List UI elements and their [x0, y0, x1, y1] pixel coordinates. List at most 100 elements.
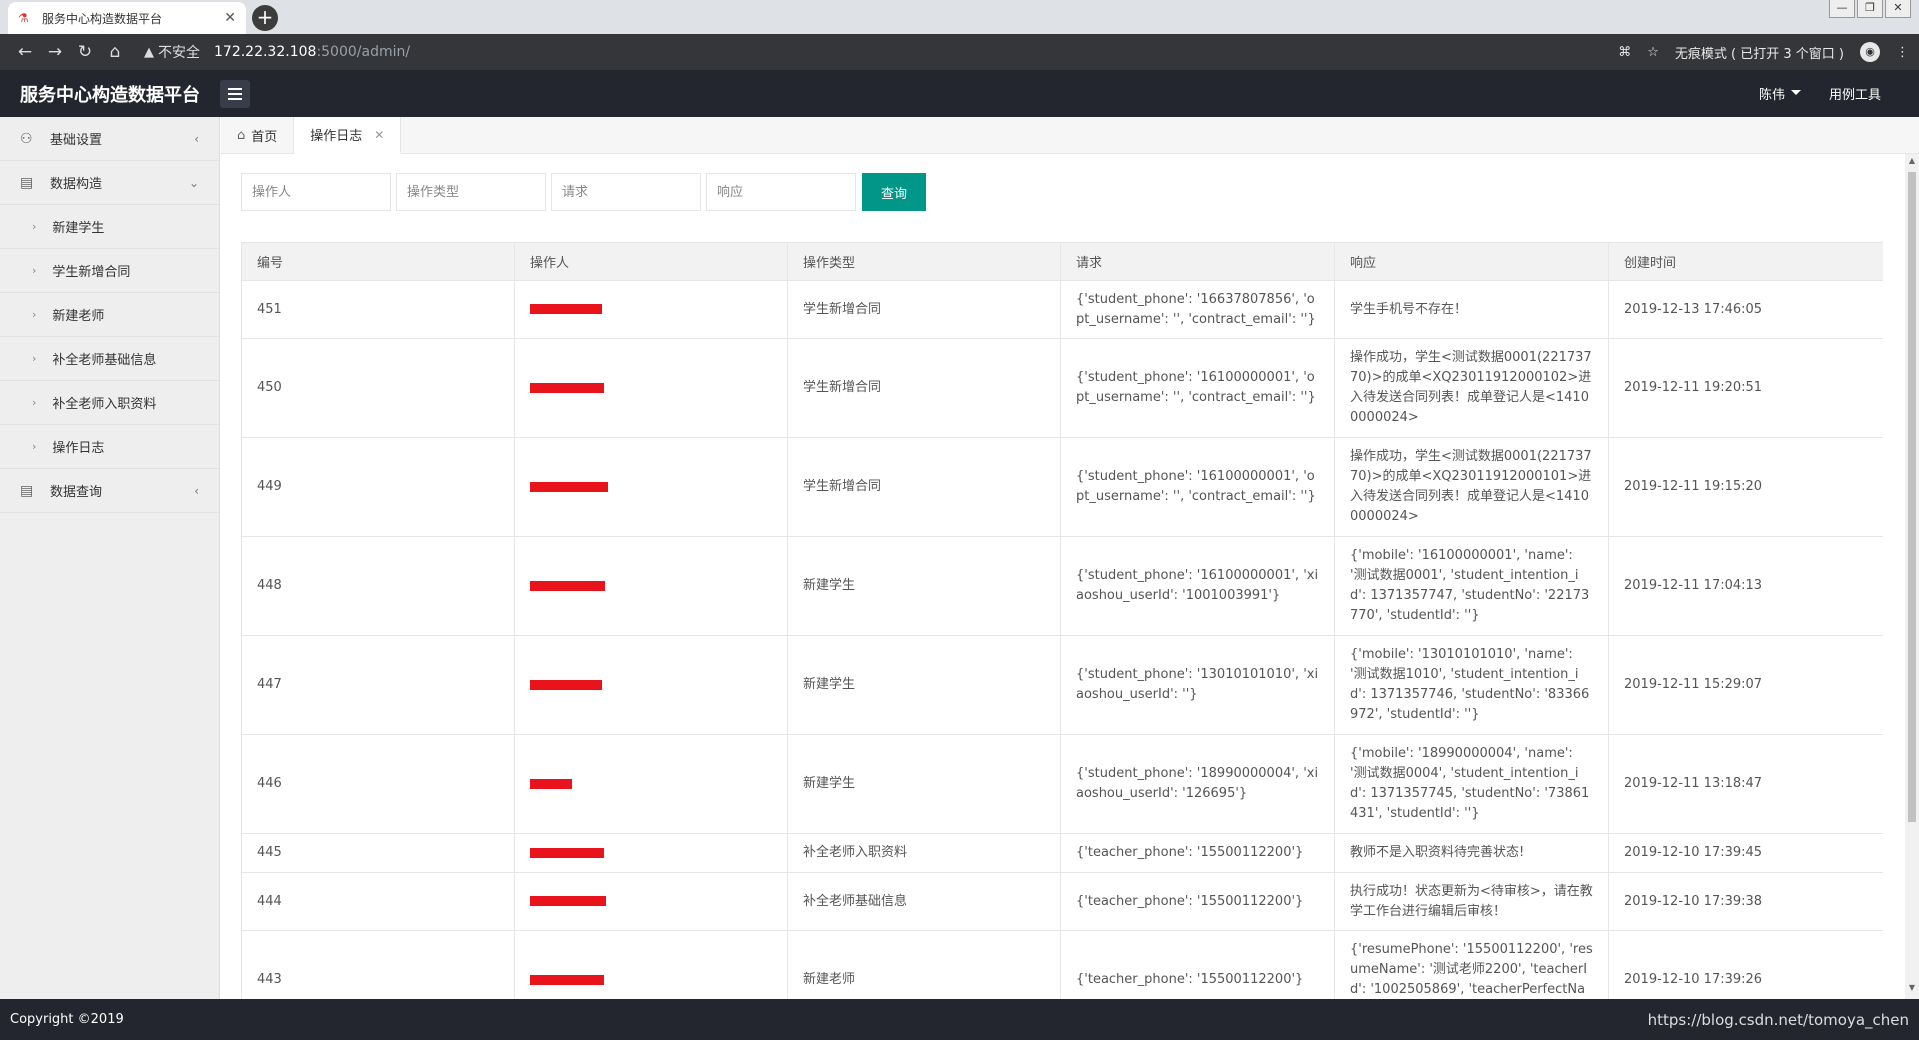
home-icon[interactable]: ⌂: [100, 42, 130, 62]
scrollbar-thumb[interactable]: [1908, 172, 1916, 822]
redacted-operator: [530, 580, 605, 591]
reload-icon[interactable]: ↻: [70, 42, 100, 62]
redacted-operator: [530, 304, 602, 314]
tab-operation-log[interactable]: 操作日志 ✕: [294, 117, 402, 154]
table-header-row: 编号 操作人 操作类型 请求 响应 创建时间: [241, 242, 1883, 281]
log-table: 编号 操作人 操作类型 请求 响应 创建时间 451 学生新增合同 {'stud…: [241, 242, 1883, 999]
cell-request: {'teacher_phone': '15500112200'}: [1060, 930, 1335, 999]
redacted-operator: [530, 382, 604, 393]
sidebar-item-label: 数据构造: [50, 177, 103, 192]
translate-icon[interactable]: ⌘: [1618, 45, 1631, 60]
sidebar: ⚇ 基础设置 ‹ ▤ 数据构造 ⌄ › 新建学生 › 学生新增合同 › 新建老师 › 补…: [0, 117, 220, 999]
cell-id: 447: [241, 635, 515, 735]
back-icon[interactable]: ←: [10, 42, 40, 62]
sidebar-item-data-construct[interactable]: ▤ 数据构造 ⌄: [0, 161, 219, 205]
cell-time: 2019-12-10 17:39:45: [1608, 833, 1883, 873]
column-header: 请求: [1060, 242, 1335, 281]
flask-icon: ⚗: [18, 11, 29, 25]
more-icon[interactable]: ⋮: [1896, 45, 1909, 60]
cell-response: {'mobile': '18990000004', 'name': '测试数据0…: [1334, 734, 1609, 834]
cell-id: 448: [241, 536, 515, 636]
sidebar-subitem[interactable]: › 补全老师基础信息: [0, 337, 219, 381]
hamburger-icon: [228, 87, 242, 90]
close-window-icon[interactable]: ✕: [1885, 0, 1911, 18]
cell-time: 2019-12-10 17:39:38: [1608, 872, 1883, 931]
table-row: 449 学生新增合同 {'student_phone': '1610000000…: [241, 437, 1883, 537]
cell-type: 新建学生: [787, 734, 1061, 834]
sidebar-subitem[interactable]: › 补全老师入职资料: [0, 381, 219, 425]
log-table-wrapper: 编号 操作人 操作类型 请求 响应 创建时间 451 学生新增合同 {'stud…: [241, 242, 1883, 999]
chevron-left-icon: ‹: [194, 131, 199, 146]
sidebar-item-label: 数据查询: [50, 485, 103, 500]
sidebar-subitem-label: 新建老师: [52, 309, 105, 324]
main-content: ⌂ 首页 操作日志 ✕ 查询 编号 操作人 操作类型 请求 响应: [221, 117, 1919, 999]
cell-time: 2019-12-11 17:04:13: [1608, 536, 1883, 636]
url-field[interactable]: ▲ 不安全 172.22.32.108 :5000/admin/: [144, 42, 410, 62]
table-row: 446 新建学生 {'student_phone': '18990000004'…: [241, 734, 1883, 834]
footer: Copyright ©2019 https://blog.csdn.net/to…: [0, 999, 1919, 1040]
cell-response: {'mobile': '13010101010', 'name': '测试数据1…: [1334, 635, 1609, 735]
table-row: 445 补全老师入职资料 {'teacher_phone': '15500112…: [241, 833, 1883, 873]
minimize-icon[interactable]: —: [1829, 0, 1855, 18]
cell-operator: [514, 833, 788, 873]
user-menu[interactable]: 陈伟: [1759, 84, 1801, 103]
chevron-right-icon: ›: [32, 396, 37, 409]
chevron-left-icon: ‹: [194, 483, 199, 498]
redacted-operator: [530, 778, 572, 789]
tab-label: 操作日志: [310, 129, 363, 144]
cell-operator: [514, 734, 788, 834]
tab-home[interactable]: ⌂ 首页: [221, 117, 295, 154]
sidebar-item-data-query[interactable]: ▤ 数据查询 ‹: [0, 469, 219, 513]
menu-toggle-button[interactable]: [220, 79, 250, 108]
request-input[interactable]: [551, 173, 701, 211]
cell-request: {'student_phone': '16100000001', 'xiaosh…: [1060, 536, 1335, 636]
cell-operator: [514, 872, 788, 931]
browser-tab[interactable]: ⚗ 服务中心构造数据平台 ✕: [8, 2, 246, 34]
table-row: 444 补全老师基础信息 {'teacher_phone': '15500112…: [241, 872, 1883, 931]
forward-icon[interactable]: →: [40, 42, 70, 62]
cell-time: 2019-12-10 17:39:26: [1608, 930, 1883, 999]
tool-link[interactable]: 用例工具: [1829, 84, 1881, 103]
sidebar-subitem[interactable]: › 操作日志: [0, 425, 219, 469]
scroll-up-icon[interactable]: ▲: [1905, 156, 1919, 170]
cell-time: 2019-12-13 17:46:05: [1608, 280, 1883, 339]
sidebar-subitem[interactable]: › 学生新增合同: [0, 249, 219, 293]
chevron-right-icon: ›: [32, 308, 37, 321]
sidebar-subitem-label: 操作日志: [52, 441, 105, 456]
cell-id: 444: [241, 872, 515, 931]
cell-operator: [514, 930, 788, 999]
response-input[interactable]: [706, 173, 856, 211]
scroll-down-icon[interactable]: ▼: [1905, 983, 1919, 997]
column-header: 响应: [1334, 242, 1609, 281]
cell-type: 新建学生: [787, 536, 1061, 636]
sidebar-subitem-label: 新建学生: [52, 221, 105, 236]
cell-id: 450: [241, 338, 515, 438]
document-icon: ▤: [20, 482, 34, 499]
incognito-icon[interactable]: ◉: [1860, 42, 1880, 62]
filter-bar: 查询: [241, 173, 926, 211]
sidebar-subitem[interactable]: › 新建老师: [0, 293, 219, 337]
cell-request: {'student_phone': '13010101010', 'xiaosh…: [1060, 635, 1335, 735]
operator-input[interactable]: [241, 173, 391, 211]
operation-type-input[interactable]: [396, 173, 546, 211]
restore-icon[interactable]: ❐: [1857, 0, 1883, 18]
cell-response: 教师不是入职资料待完善状态!: [1334, 833, 1609, 873]
cell-operator: [514, 280, 788, 339]
close-icon[interactable]: ✕: [374, 128, 384, 142]
star-icon[interactable]: ☆: [1647, 45, 1659, 60]
sidebar-subitem[interactable]: › 新建学生: [0, 205, 219, 249]
query-button[interactable]: 查询: [862, 173, 926, 211]
vertical-scrollbar[interactable]: ▲ ▼: [1905, 154, 1919, 999]
cell-id: 445: [241, 833, 515, 873]
cell-response: 操作成功，学生<测试数据0001(22173770)>的成单<XQ2301191…: [1334, 437, 1609, 537]
sidebar-item-basic-settings[interactable]: ⚇ 基础设置 ‹: [0, 117, 219, 161]
chevron-down-icon: ⌄: [188, 175, 199, 190]
new-tab-button[interactable]: +: [252, 5, 278, 31]
warning-icon: ▲: [144, 44, 154, 60]
redacted-operator: [530, 481, 608, 492]
cell-response: 操作成功，学生<测试数据0001(22173770)>的成单<XQ2301191…: [1334, 338, 1609, 438]
cell-response: 执行成功！状态更新为<待审核>，请在教学工作台进行编辑后审核！: [1334, 872, 1609, 931]
cell-type: 学生新增合同: [787, 280, 1061, 339]
incognito-label: 无痕模式 ( 已打开 3 个窗口 ): [1674, 46, 1844, 62]
close-icon[interactable]: ✕: [224, 10, 236, 26]
